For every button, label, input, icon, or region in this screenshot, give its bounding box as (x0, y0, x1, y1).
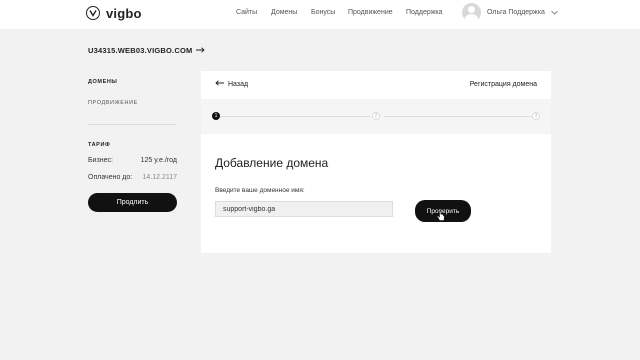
step-2: 2 (372, 112, 380, 120)
avatar (462, 2, 481, 22)
registration-label: Регистрация домена (469, 81, 537, 88)
plan-label: Бизнес: (88, 157, 113, 164)
paid-label: Оплачено до: (88, 174, 133, 181)
domain-input[interactable] (215, 201, 393, 217)
hand-cursor-icon (437, 211, 445, 221)
user-name: Ольга Поддержка (487, 8, 545, 16)
nav-item-support[interactable]: Поддержка (406, 9, 443, 16)
nav-item-sites[interactable]: Сайты (236, 9, 257, 16)
logo-text: vigbo (106, 5, 142, 21)
top-header: vigbo Сайты Домены Бонусы Продвижение По… (0, 0, 640, 29)
back-label: Назад (228, 80, 249, 88)
sidebar-divider (88, 124, 177, 125)
site-domain-text: U34315.WEB03.VIGBO.COM (88, 46, 193, 55)
tariff-heading: ТАРИФ (88, 142, 111, 148)
nav-item-bonuses[interactable]: Бонусы (311, 9, 335, 16)
back-button[interactable]: Назад (215, 80, 248, 88)
vigbo-logo-icon (86, 6, 100, 20)
tariff-paid-row: Оплачено до: 14.12.2117 (88, 174, 177, 181)
extend-button[interactable]: Продлить (88, 193, 177, 212)
user-menu[interactable]: Ольга Поддержка (462, 2, 558, 22)
sidebar-item-domains[interactable]: ДОМЕНЫ (88, 79, 117, 85)
nav-item-promotion[interactable]: Продвижение (348, 9, 393, 16)
add-domain-card: Назад Регистрация домена 1 2 3 Добавлени… (201, 71, 551, 253)
nav-item-domains[interactable]: Домены (271, 9, 297, 16)
site-domain-link[interactable]: U34315.WEB03.VIGBO.COM (88, 46, 206, 55)
paid-date: 14.12.2117 (142, 174, 177, 181)
arrow-left-icon (215, 80, 224, 88)
tariff-plan-row: Бизнес: 125 у.е./год (88, 157, 177, 164)
logo[interactable]: vigbo (86, 4, 142, 22)
page-title: Добавление домена (215, 156, 329, 170)
arrow-right-icon (196, 46, 206, 55)
plan-price: 125 у.е./год (140, 157, 177, 164)
step-connector (220, 116, 370, 117)
chevron-down-icon (551, 8, 558, 17)
step-connector (384, 116, 532, 117)
sidebar-item-promotion[interactable]: ПРОДВИЖЕНИЕ (88, 100, 138, 106)
step-1: 1 (212, 112, 220, 120)
domain-field-label: Введите ваше доменное имя: (215, 187, 305, 194)
step-3: 3 (532, 112, 540, 120)
step-progress: 1 2 3 (201, 99, 551, 134)
